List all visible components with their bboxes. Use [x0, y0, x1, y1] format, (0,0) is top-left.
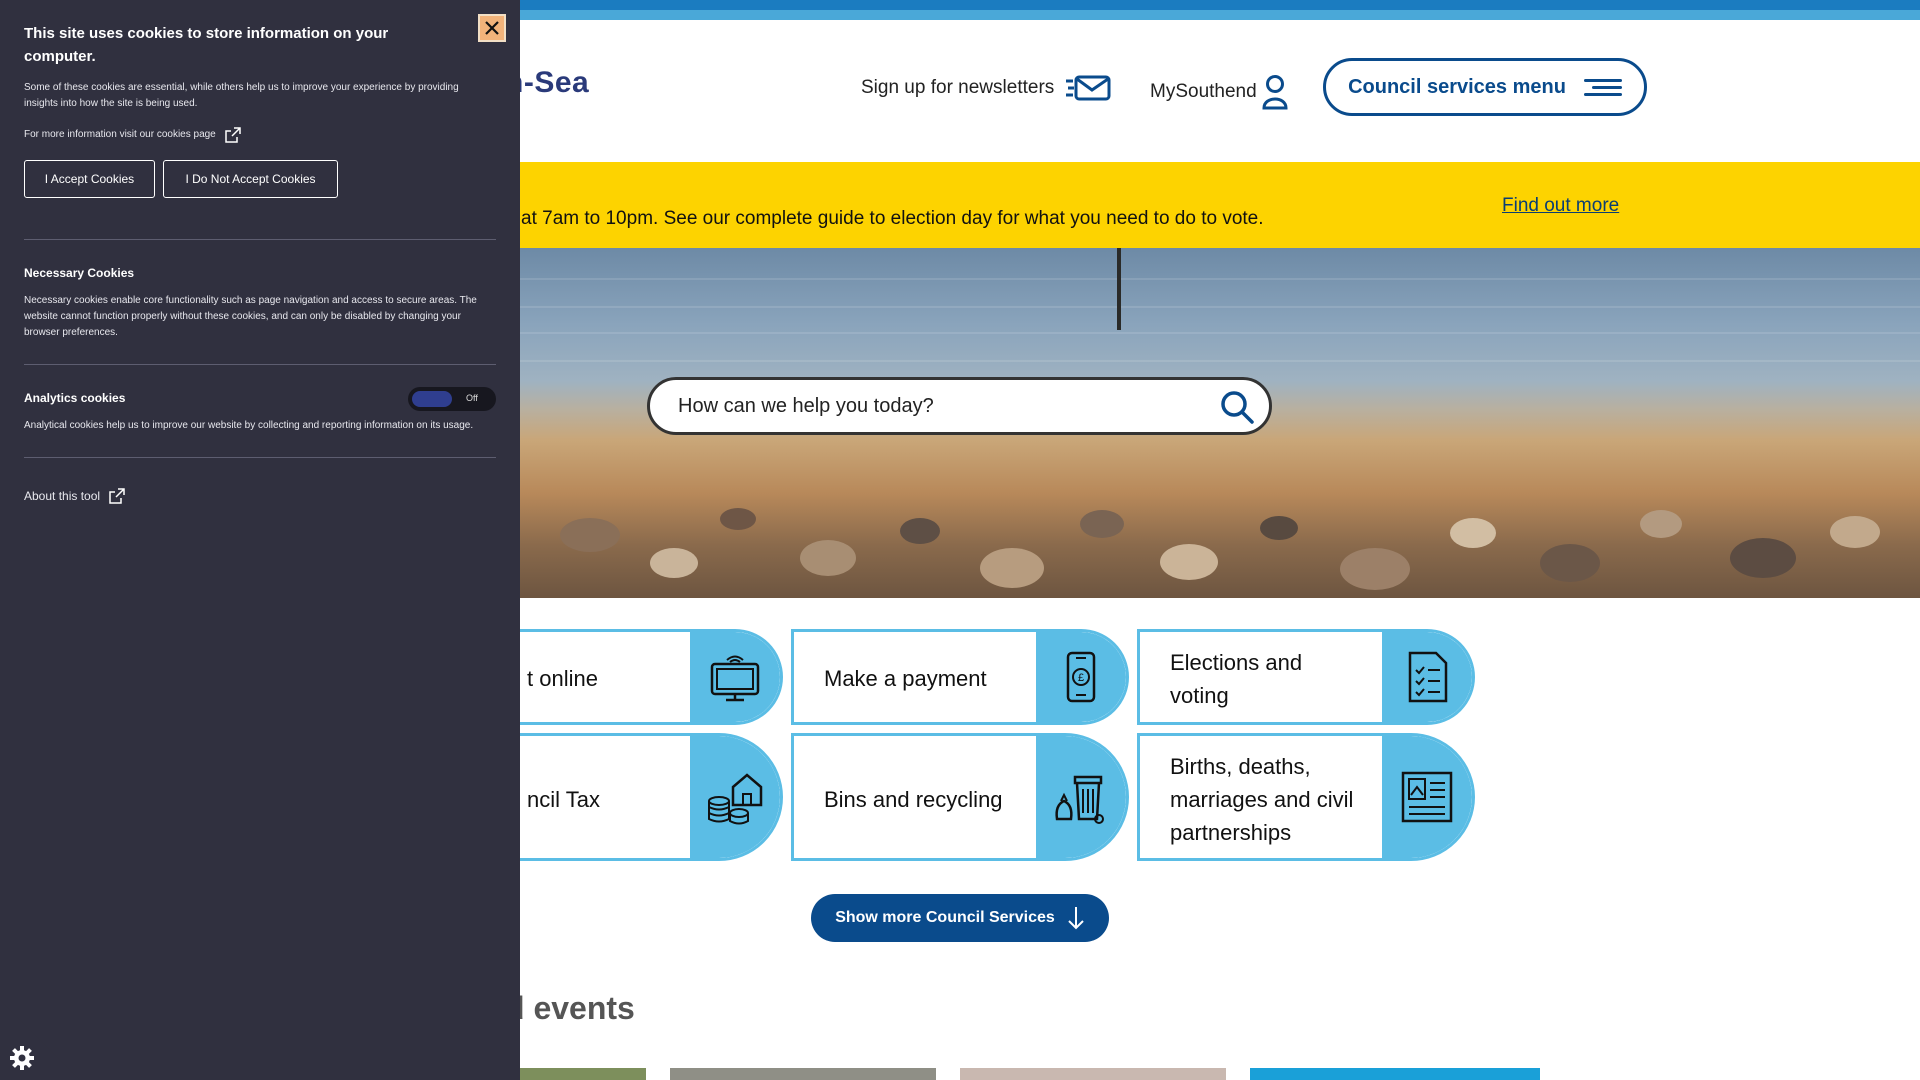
divider [24, 364, 496, 365]
menu-button-label: Council services menu [1348, 75, 1566, 98]
tile-label: Bins and recycling [824, 787, 1003, 812]
site-search-input[interactable]: How can we help you today? [647, 377, 1272, 435]
user-icon [1262, 75, 1288, 110]
service-tile-bins-and-recycling[interactable]: Bins and recycling [791, 733, 1129, 861]
hamburger-icon [1583, 77, 1622, 98]
tile-label: Elections and voting [1170, 650, 1303, 708]
analytics-toggle[interactable]: Off [408, 387, 496, 411]
event-card[interactable] [505, 1068, 646, 1080]
cookie-page-link-label: For more information visit our cookies p… [24, 129, 216, 140]
house-coins-icon [690, 736, 780, 858]
event-card[interactable] [670, 1068, 936, 1080]
checklist-icon [1382, 632, 1472, 722]
accept-cookies-button[interactable]: I Accept Cookies [24, 160, 155, 198]
service-tile-make-a-payment[interactable]: Make a payment £ [791, 629, 1129, 725]
show-more-services-button[interactable]: Show more Council Services [811, 894, 1109, 942]
mysouthend-link[interactable]: MySouthend [1150, 74, 1289, 110]
external-link-icon [225, 127, 241, 143]
analytics-cookies-title: Analytics cookies [24, 391, 126, 405]
search-icon[interactable] [1219, 389, 1255, 425]
event-card[interactable] [960, 1068, 1226, 1080]
about-this-tool-label: About this tool [24, 489, 101, 503]
council-services-menu-button[interactable]: Council services menu [1323, 58, 1647, 116]
tile-label: Births, deaths, marriages and civil part… [1170, 754, 1354, 845]
tile-label: t online [527, 666, 598, 691]
cookie-title: This site uses cookies to store informat… [24, 25, 389, 65]
close-icon[interactable] [478, 14, 506, 42]
tile-label: Make a payment [824, 666, 987, 691]
cookie-settings-icon[interactable] [0, 1000, 80, 1080]
envelope-icon [1066, 75, 1111, 101]
cookie-intro: Some of these cookies are essential, whi… [24, 82, 459, 109]
arrow-down-icon [1068, 907, 1084, 930]
service-tile-elections-and-voting[interactable]: Elections and voting [1137, 629, 1475, 725]
necessary-cookies-text: Necessary cookies enable core functional… [24, 295, 477, 338]
newsletter-label: Sign up for newsletters [861, 77, 1055, 98]
divider [24, 457, 496, 458]
events-heading: d events [505, 990, 635, 1026]
mysouthend-label: MySouthend [1150, 81, 1257, 102]
analytics-cookies-text: Analytical cookies help us to improve ou… [24, 420, 474, 431]
reject-cookies-button[interactable]: I Do Not Accept Cookies [163, 160, 338, 198]
cookie-page-link[interactable]: For more information visit our cookies p… [24, 126, 242, 144]
cookie-consent-panel: This site uses cookies to store informat… [0, 0, 520, 1080]
about-this-tool-link[interactable]: About this tool [24, 487, 126, 505]
show-more-label: Show more Council Services [835, 909, 1055, 926]
alert-text: at 7am to 10pm. See our complete guide t… [521, 208, 1264, 229]
bins-icon [1036, 736, 1126, 858]
service-tile-council-tax[interactable]: ncil Tax [480, 733, 783, 861]
svg-text:£: £ [1078, 672, 1084, 684]
divider [24, 239, 496, 240]
find-out-more-link[interactable]: Find out more [1502, 195, 1619, 217]
newsletter-link[interactable]: Sign up for newsletters [861, 74, 1112, 102]
document-icon [1382, 736, 1472, 858]
computer-icon [690, 632, 780, 722]
service-tile-births-deaths-marriages[interactable]: Births, deaths, marriages and civil part… [1137, 733, 1475, 861]
tile-label: ncil Tax [527, 787, 600, 812]
search-placeholder: How can we help you today? [678, 394, 934, 417]
external-link-icon [109, 488, 125, 504]
phone-payment-icon: £ [1036, 632, 1126, 722]
event-card[interactable] [1250, 1068, 1540, 1080]
service-tile-report-online[interactable]: t online [480, 629, 783, 725]
necessary-cookies-title: Necessary Cookies [24, 266, 135, 280]
analytics-toggle-state: Off [466, 393, 478, 403]
